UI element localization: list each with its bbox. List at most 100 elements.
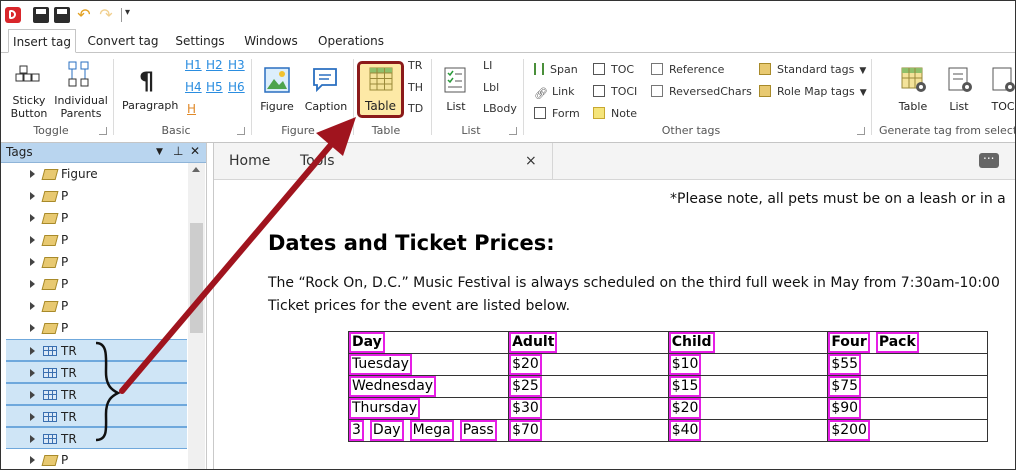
expand-arrow-icon[interactable] — [30, 258, 35, 266]
tagged-word[interactable]: $90 — [828, 398, 862, 419]
h3-button[interactable]: H3 — [228, 58, 245, 72]
pane-menu-icon[interactable]: ▼ — [156, 147, 163, 157]
tagged-word[interactable]: $20 — [509, 354, 542, 375]
tree-node[interactable]: P — [1, 229, 187, 251]
reference-button[interactable]: Reference — [651, 63, 724, 76]
tree-node[interactable]: P — [1, 295, 187, 317]
tagged-word[interactable]: $15 — [668, 376, 702, 397]
tr-button[interactable]: TR — [408, 59, 422, 72]
expand-arrow-icon[interactable] — [30, 435, 35, 443]
scroll-thumb[interactable] — [190, 223, 203, 333]
group-launcher-basic[interactable] — [237, 127, 245, 135]
undo-icon[interactable]: ↶ — [76, 7, 92, 23]
reversedchars-button[interactable]: ReversedChars — [651, 85, 752, 98]
tagged-word[interactable]: Child — [668, 332, 715, 353]
tagged-word[interactable]: Pack — [875, 332, 919, 353]
tagged-word[interactable]: $200 — [828, 420, 870, 441]
tagged-word[interactable]: 3 — [349, 420, 364, 441]
tagged-word[interactable]: Adult — [509, 332, 558, 353]
tags-scrollbar[interactable] — [188, 163, 205, 469]
redo-icon[interactable]: ↷ — [98, 7, 114, 23]
tree-node-tr[interactable]: TR — [6, 427, 187, 449]
tree-node[interactable]: P — [1, 251, 187, 273]
link-button[interactable]: 🔗︎ Link — [534, 85, 575, 100]
expand-arrow-icon[interactable] — [30, 391, 35, 399]
tagged-word[interactable]: $20 — [668, 398, 702, 419]
expand-arrow-icon[interactable] — [30, 413, 35, 421]
tagged-word[interactable]: $30 — [509, 398, 542, 419]
lbl-button[interactable]: Lbl — [483, 81, 499, 94]
expand-arrow-icon[interactable] — [30, 369, 35, 377]
tagged-word[interactable]: Day — [349, 332, 385, 353]
h6-button[interactable]: H6 — [228, 80, 245, 94]
toci-button[interactable]: TOCI — [593, 85, 637, 98]
tab-windows[interactable]: Windows — [239, 29, 303, 53]
expand-arrow-icon[interactable] — [30, 170, 35, 178]
expand-arrow-icon[interactable] — [30, 324, 35, 332]
tab-settings[interactable]: Settings — [171, 29, 229, 53]
h-button[interactable]: H — [187, 102, 196, 116]
scroll-up-icon[interactable] — [192, 167, 200, 172]
tagged-word[interactable]: Mega — [409, 420, 454, 441]
tab-tools[interactable]: Tools — [300, 153, 335, 169]
expand-arrow-icon[interactable] — [30, 347, 35, 355]
tagged-word[interactable]: Wednesday — [349, 376, 437, 397]
tab-convert-tag[interactable]: Convert tag — [85, 29, 161, 53]
close-tab-icon[interactable]: × — [525, 153, 537, 169]
tagged-word[interactable]: $25 — [509, 376, 542, 397]
group-launcher-other[interactable] — [857, 127, 865, 135]
td-button[interactable]: TD — [408, 102, 423, 115]
note-button[interactable]: Note — [593, 107, 637, 120]
lbody-button[interactable]: LBody — [483, 102, 517, 115]
tagged-word[interactable]: Thursday — [349, 398, 421, 419]
expand-arrow-icon[interactable] — [30, 456, 35, 464]
tagged-word[interactable]: Tuesday — [349, 354, 412, 375]
tagged-word[interactable]: $75 — [828, 376, 862, 397]
pin-icon[interactable]: ⊥ — [173, 144, 183, 158]
tagged-word[interactable]: $55 — [828, 354, 862, 375]
tree-node-tr[interactable]: TR — [6, 405, 187, 427]
expand-arrow-icon[interactable] — [30, 302, 35, 310]
save-as-icon[interactable] — [54, 7, 70, 23]
tagged-word[interactable]: Four — [828, 332, 870, 353]
group-launcher-list[interactable] — [509, 127, 517, 135]
h2-button[interactable]: H2 — [206, 58, 223, 72]
standard-tags-dropdown[interactable]: Standard tags ▼ — [759, 63, 866, 76]
tree-node-tr[interactable]: TR — [6, 361, 187, 383]
th-button[interactable]: TH — [408, 81, 423, 94]
tree-node[interactable]: Figure — [1, 163, 187, 185]
span-button[interactable]: Span — [534, 63, 578, 76]
tagged-word[interactable]: Day — [369, 420, 404, 441]
tagged-word[interactable]: $10 — [668, 354, 702, 375]
app-logo-icon[interactable] — [5, 7, 21, 23]
tree-node[interactable]: P — [1, 273, 187, 295]
tab-home[interactable]: Home — [229, 153, 270, 169]
h4-button[interactable]: H4 — [185, 80, 202, 94]
close-icon[interactable]: ✕ — [190, 144, 200, 158]
tree-node[interactable]: P — [1, 207, 187, 229]
expand-arrow-icon[interactable] — [30, 214, 35, 222]
customize-dropdown-icon[interactable]: ▾ — [125, 7, 130, 18]
save-icon[interactable] — [33, 7, 49, 23]
tab-operations[interactable]: Operations — [313, 29, 389, 53]
tree-node-tr[interactable]: TR — [6, 383, 187, 405]
tree-node-tr[interactable]: TR — [6, 339, 187, 361]
li-button[interactable]: LI — [483, 59, 492, 72]
group-launcher-toggle[interactable] — [99, 127, 107, 135]
tagged-word[interactable]: Pass — [459, 420, 497, 441]
expand-arrow-icon[interactable] — [30, 236, 35, 244]
table-button[interactable]: Table — [357, 61, 404, 118]
tab-insert-tag[interactable]: Insert tag — [8, 29, 76, 53]
h5-button[interactable]: H5 — [206, 80, 223, 94]
tagged-word[interactable]: $40 — [668, 420, 702, 441]
form-button[interactable]: Form — [534, 107, 580, 120]
tree-node[interactable]: P — [1, 185, 187, 207]
tagged-word[interactable]: $70 — [509, 420, 542, 441]
expand-arrow-icon[interactable] — [30, 280, 35, 288]
tree-node[interactable]: P — [1, 449, 187, 469]
tree-node[interactable]: P — [1, 317, 187, 339]
expand-arrow-icon[interactable] — [30, 192, 35, 200]
h1-button[interactable]: H1 — [185, 58, 202, 72]
role-map-tags-dropdown[interactable]: Role Map tags ▼ — [759, 85, 867, 98]
toc-button[interactable]: TOC — [593, 63, 634, 76]
